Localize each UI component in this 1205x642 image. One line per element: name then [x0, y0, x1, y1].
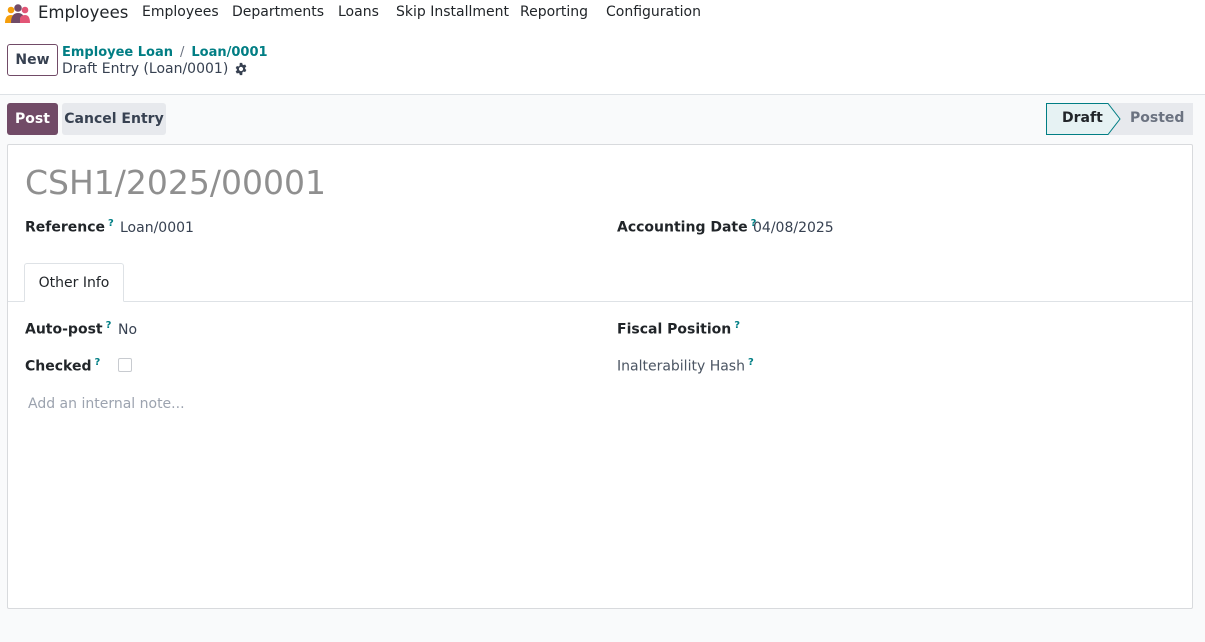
internal-note-field[interactable]: Add an internal note... — [28, 396, 185, 412]
cancel-entry-button[interactable]: Cancel Entry — [62, 103, 166, 135]
accounting-date-label-text: Accounting Date — [617, 219, 748, 236]
status-posted[interactable]: Posted — [1130, 110, 1184, 126]
help-icon[interactable]: ? — [748, 357, 754, 368]
top-navbar: Employees Employees Departments Loans Sk… — [0, 0, 1205, 28]
post-button[interactable]: Post — [7, 103, 58, 135]
employees-app-icon[interactable] — [4, 4, 31, 24]
breadcrumb: Employee Loan / Loan/0001 — [62, 45, 268, 60]
help-icon[interactable]: ? — [734, 320, 740, 331]
status-draft[interactable]: Draft — [1062, 110, 1103, 126]
reference-value[interactable]: Loan/0001 — [120, 220, 194, 236]
tab-other-info[interactable]: Other Info — [24, 263, 124, 302]
accounting-date-label: Accounting Date? — [617, 218, 756, 236]
control-panel: New Employee Loan / Loan/0001 Draft Entry … — [0, 28, 1205, 95]
inalterability-hash-label-text: Inalterability Hash — [617, 358, 745, 375]
reference-label: Reference? — [25, 218, 114, 236]
breadcrumb-employee-loan[interactable]: Employee Loan — [62, 45, 173, 60]
record-title-line: Draft Entry (Loan/0001) — [62, 61, 248, 77]
menu-item-skip-installment[interactable]: Skip Installment — [396, 4, 509, 20]
checked-label: Checked? — [25, 357, 100, 375]
gear-icon[interactable] — [234, 62, 248, 76]
app-name[interactable]: Employees — [38, 3, 128, 22]
form-sheet: CSH1/2025/00001 Reference? Loan/0001 Acc… — [7, 144, 1193, 609]
auto-post-label: Auto-post? — [25, 320, 111, 338]
help-icon[interactable]: ? — [108, 218, 114, 229]
menu-item-employees[interactable]: Employees — [142, 4, 219, 20]
help-icon[interactable]: ? — [106, 320, 112, 331]
menu-item-reporting[interactable]: Reporting — [520, 4, 588, 20]
accounting-date-value[interactable]: 04/08/2025 — [753, 220, 834, 236]
fiscal-position-label: Fiscal Position? — [617, 320, 740, 338]
fiscal-position-label-text: Fiscal Position — [617, 321, 732, 338]
help-icon[interactable]: ? — [95, 357, 101, 368]
breadcrumb-loan-record[interactable]: Loan/0001 — [191, 45, 267, 60]
breadcrumb-separator: / — [180, 45, 185, 60]
entry-number: CSH1/2025/00001 — [25, 163, 326, 202]
menu-item-loans[interactable]: Loans — [338, 4, 379, 20]
new-button[interactable]: New — [7, 44, 58, 76]
checked-checkbox[interactable] — [118, 358, 132, 372]
auto-post-value[interactable]: No — [118, 322, 137, 338]
inalterability-hash-label: Inalterability Hash? — [617, 357, 754, 375]
checked-label-text: Checked — [25, 358, 92, 375]
menu-item-configuration[interactable]: Configuration — [606, 4, 701, 20]
reference-label-text: Reference — [25, 219, 106, 236]
auto-post-label-text: Auto-post — [25, 321, 103, 338]
menu-item-departments[interactable]: Departments — [232, 4, 324, 20]
tabs-divider — [8, 301, 1192, 302]
status-bar: Draft Posted — [1046, 103, 1193, 135]
record-title: Draft Entry (Loan/0001) — [62, 61, 229, 77]
